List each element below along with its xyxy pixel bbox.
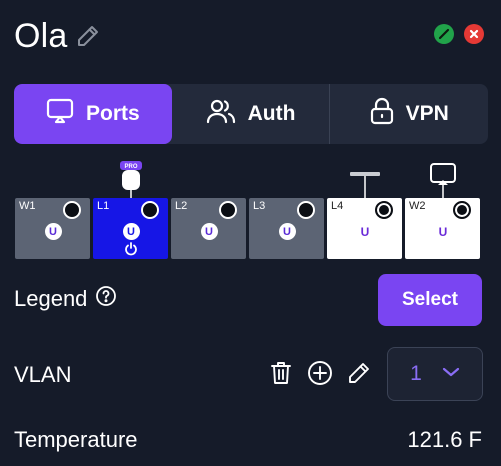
chevron-down-icon [442, 365, 460, 383]
port-jack-icon [297, 201, 315, 219]
select-button[interactable]: Select [378, 274, 482, 326]
port-label: L1 [97, 200, 110, 212]
pro-device-icon: PRO [120, 161, 142, 199]
uplink-badge: U [200, 223, 218, 240]
status-indicators [434, 24, 484, 44]
tab-vpn[interactable]: VPN [330, 84, 488, 144]
port-label: W2 [409, 200, 426, 212]
cast-icon [46, 98, 74, 130]
uplink-badge: U [278, 223, 296, 240]
tab-bar: Ports Auth VPN [14, 84, 488, 144]
trash-icon[interactable] [268, 360, 294, 386]
port-panel: PRO W1 U L1 U L2 U L3 U L4 U W2 U [15, 158, 481, 262]
add-circle-icon[interactable] [307, 360, 333, 386]
close-icon[interactable] [464, 24, 484, 44]
online-status-icon [434, 24, 454, 44]
port-l4[interactable]: L4 U [327, 198, 402, 259]
vlan-value: 1 [410, 362, 422, 385]
pro-badge: PRO [124, 164, 137, 170]
port-label: L3 [253, 200, 266, 212]
switch-device-icon [350, 172, 380, 199]
page-title: Ola [14, 16, 68, 55]
port-l1[interactable]: L1 U [93, 198, 168, 259]
port-jack-icon [63, 201, 81, 219]
port-label: L2 [175, 200, 188, 212]
port-label: W1 [19, 200, 36, 212]
users-icon [206, 98, 236, 130]
edit-title-icon[interactable] [76, 23, 102, 49]
legend-label: Legend [14, 286, 88, 311]
tab-vpn-label: VPN [405, 102, 449, 125]
port-jack-icon [141, 201, 159, 219]
power-icon [124, 242, 137, 256]
tab-auth-label: Auth [247, 102, 296, 125]
header: Ola [14, 14, 102, 58]
uplink-badge: U [438, 224, 448, 239]
tab-ports[interactable]: Ports [14, 84, 172, 144]
vlan-dropdown[interactable]: 1 [387, 347, 483, 401]
port-jack-icon [453, 201, 471, 219]
legend: Legend [14, 285, 117, 313]
port-w1[interactable]: W1 U [15, 198, 90, 259]
lock-icon [370, 97, 394, 131]
port-label: L4 [331, 200, 344, 212]
cast-device-icon [430, 163, 456, 198]
help-icon[interactable] [95, 285, 117, 313]
tab-auth[interactable]: Auth [172, 84, 330, 144]
port-l2[interactable]: L2 U [171, 198, 246, 259]
uplink-badge: U [360, 224, 370, 239]
uplink-badge: U [122, 223, 140, 240]
vlan-label: VLAN [14, 362, 72, 387]
temperature-label: Temperature [14, 427, 138, 452]
port-jack-icon [375, 201, 393, 219]
port-jack-icon [219, 201, 237, 219]
uplink-badge: U [44, 223, 62, 240]
port-l3[interactable]: L3 U [249, 198, 324, 259]
port-w2[interactable]: W2 U [405, 198, 480, 259]
edit-icon[interactable] [346, 360, 372, 386]
tab-ports-label: Ports [85, 102, 140, 125]
vlan-actions [268, 360, 372, 386]
temperature-value: 121.6 F [407, 427, 482, 452]
